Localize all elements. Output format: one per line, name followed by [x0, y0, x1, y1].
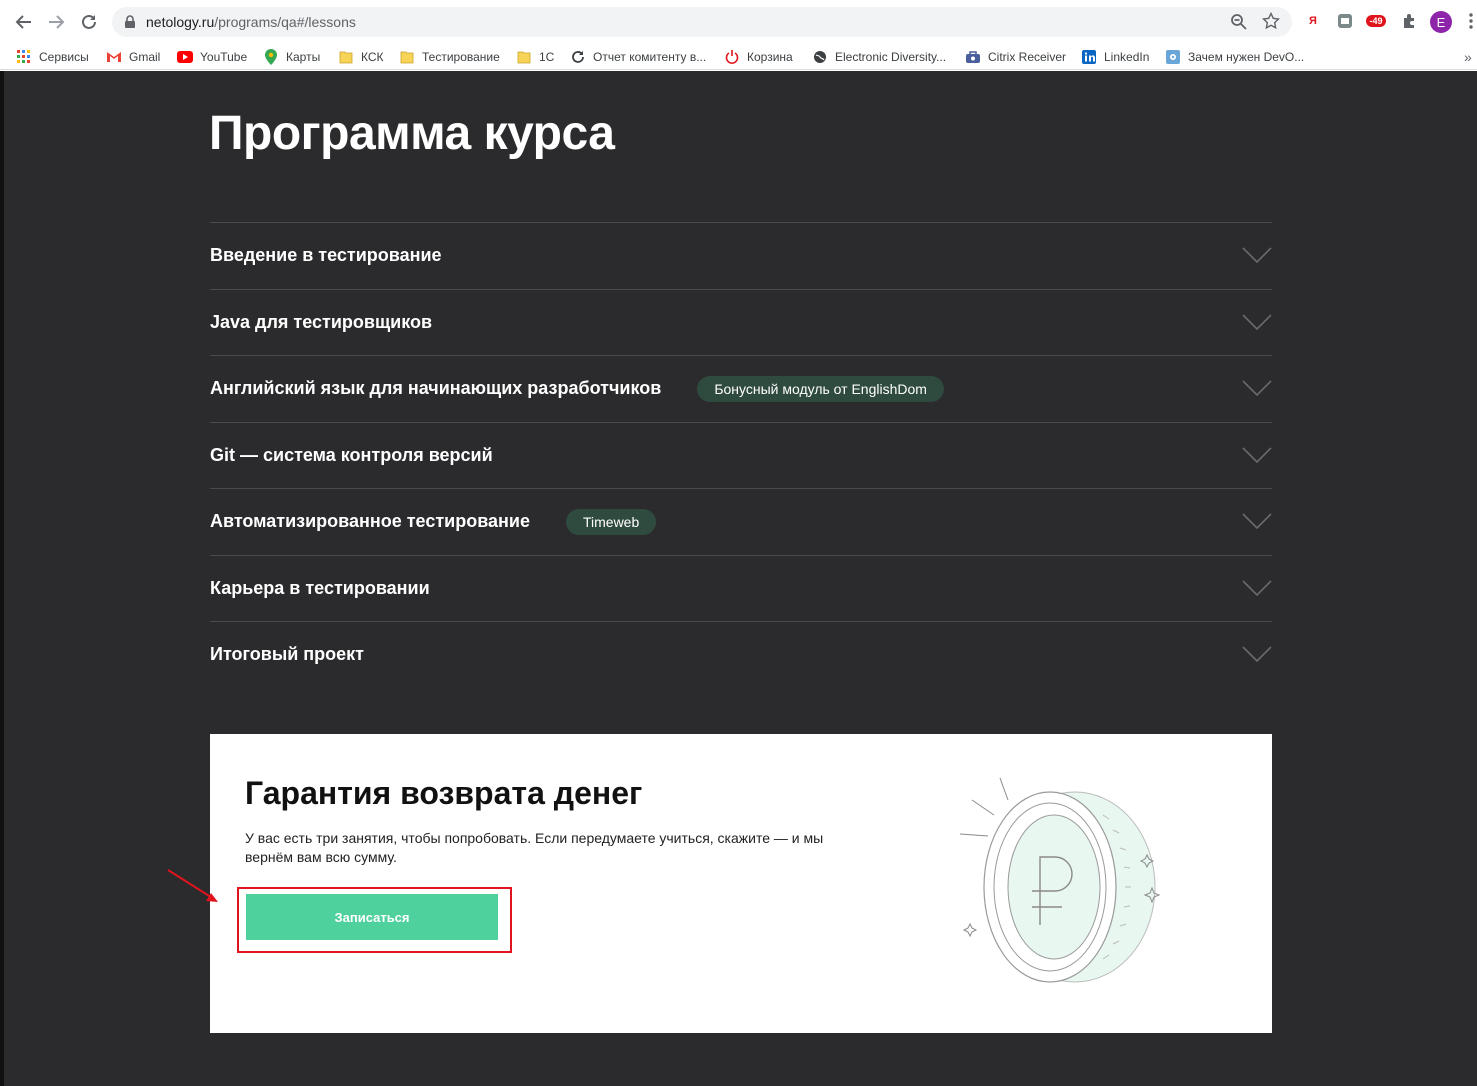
lesson-badge: Timeweb	[565, 508, 657, 535]
chevron-down-icon[interactable]	[1242, 646, 1272, 663]
power-icon	[724, 49, 740, 65]
lesson-item[interactable]: Java для тестировщиков	[210, 288, 1272, 356]
arrow-right-icon	[49, 15, 65, 29]
lesson-title: Git — система контроля версий	[210, 444, 493, 465]
guarantee-text: У вас есть три занятия, чтобы попробоват…	[245, 830, 824, 865]
bookmark-gmail[interactable]: Gmail	[106, 47, 160, 67]
bookmark-label: КСК	[361, 50, 384, 64]
chevron-down-icon[interactable]	[1242, 247, 1272, 264]
chevron-down-icon[interactable]	[1242, 380, 1272, 397]
refresh-icon	[570, 49, 586, 65]
bookmark-label: Citrix Receiver	[988, 50, 1067, 64]
yandex-extension-icon[interactable]: Я	[1303, 11, 1323, 31]
browser-toolbar: netology.ru/programs/qa#/lessons Я -49 E	[0, 0, 1477, 44]
bookmark-citrix[interactable]: Citrix Receiver	[965, 47, 1066, 67]
bookmarks-overflow-button[interactable]: »	[1464, 47, 1472, 67]
guarantee-title: Гарантия возврата денег	[245, 775, 643, 811]
bookmark-label: Сервисы	[39, 50, 89, 64]
bookmark-label: 1С	[539, 50, 555, 64]
gmail-icon	[106, 49, 122, 65]
url-text: netology.ru/programs/qa#/lessons	[146, 14, 356, 30]
lesson-title: Итоговый проект	[210, 644, 364, 665]
bookmarks-bar: Сервисы Gmail YouTube Карты КСК Тестиров…	[0, 44, 1477, 70]
puzzle-grid-icon	[1338, 14, 1352, 28]
puzzle-icon	[1404, 14, 1414, 28]
arrow-left-icon	[15, 15, 31, 29]
bookmark-cart[interactable]: Корзина	[724, 47, 793, 67]
bookmark-report[interactable]: Отчет комитенту в...	[570, 47, 706, 67]
gear-icon	[1165, 49, 1181, 65]
zoom-icon[interactable]	[1230, 13, 1248, 31]
window-edge	[0, 71, 4, 1086]
reload-button[interactable]	[77, 10, 101, 34]
bookmark-folder-1c[interactable]: 1С	[516, 47, 554, 67]
lock-icon	[125, 15, 135, 28]
bookmark-label: Зачем нужен DevO...	[1188, 50, 1305, 64]
bookmark-label: LinkedIn	[1104, 50, 1150, 64]
chevron-down-icon[interactable]	[1242, 579, 1272, 597]
chevron-right-icon: »	[1464, 49, 1472, 65]
bookmark-label: Отчет комитенту в...	[593, 50, 707, 64]
lesson-title: Английский язык для начинающих разработч…	[210, 378, 662, 399]
extension-icon[interactable]	[1335, 11, 1355, 31]
bookmark-services[interactable]: Сервисы	[16, 47, 89, 67]
bookmark-linkedin[interactable]: LinkedIn	[1081, 47, 1149, 67]
more-vertical-icon	[1469, 13, 1473, 29]
chevron-down-icon[interactable]	[1242, 446, 1272, 464]
browser-menu-button[interactable]	[1461, 11, 1477, 31]
lesson-item[interactable]: Введение в тестирование	[210, 222, 1272, 289]
chevron-down-icon[interactable]	[1242, 513, 1272, 530]
bookmark-youtube[interactable]: YouTube	[177, 47, 247, 67]
bookmark-label: Gmail	[129, 50, 161, 64]
lesson-item[interactable]: Итоговый проект	[210, 621, 1272, 688]
bookmark-label: Карты	[286, 50, 321, 64]
lesson-title: Автоматизированное тестирование	[210, 511, 530, 532]
globe-icon	[812, 49, 828, 65]
lesson-badge: Бонусный модуль от EnglishDom	[697, 375, 944, 402]
lesson-item[interactable]: Git — система контроля версий	[210, 421, 1272, 489]
bookmark-folder-ksk[interactable]: КСК	[338, 47, 384, 67]
reload-icon	[82, 14, 96, 29]
chevron-down-icon[interactable]	[1242, 313, 1272, 331]
back-button[interactable]	[12, 10, 36, 34]
lesson-title: Карьера в тестировании	[210, 577, 430, 598]
profile-avatar[interactable]: E	[1430, 11, 1452, 33]
lesson-item[interactable]: Карьера в тестировании	[210, 554, 1272, 622]
page-title: Программа курса	[209, 107, 615, 160]
extensions-menu-button[interactable]	[1399, 11, 1419, 31]
bookmark-label: Electronic Diversity...	[835, 50, 947, 64]
extension-badge: -49	[1366, 15, 1386, 27]
ruble-coin-icon	[959, 777, 1161, 983]
annotation-highlight-box	[237, 887, 512, 953]
bookmark-folder-testing[interactable]: Тестирование	[399, 47, 500, 67]
bookmark-electronic-diversity[interactable]: Electronic Diversity...	[812, 47, 946, 67]
lesson-title: Java для тестировщиков	[210, 311, 433, 332]
bookmark-label: YouTube	[200, 50, 248, 64]
bookmark-devops[interactable]: Зачем нужен DevO...	[1165, 47, 1304, 67]
youtube-icon	[177, 49, 193, 65]
bookmark-maps[interactable]: Карты	[263, 47, 320, 67]
bookmark-star-icon[interactable]	[1262, 12, 1280, 30]
lesson-item[interactable]: Автоматизированное тестирование Timeweb	[210, 488, 1272, 555]
badge-extension-icon[interactable]: -49	[1366, 11, 1386, 31]
apps-grid-icon	[16, 49, 32, 65]
lessons-accordion: Введение в тестирование Java для тестиро…	[210, 222, 1272, 688]
address-bar[interactable]: netology.ru/programs/qa#/lessons	[112, 7, 1292, 37]
lesson-title: Введение в тестирование	[210, 245, 442, 266]
forward-button[interactable]	[44, 10, 68, 34]
url-path: /programs/qa#/lessons	[214, 14, 356, 30]
bookmark-label: Корзина	[747, 50, 793, 64]
maps-pin-icon	[263, 49, 279, 65]
linkedin-icon	[1081, 49, 1097, 65]
bookmark-label: Тестирование	[422, 50, 500, 64]
folder-icon	[516, 49, 532, 65]
url-host: netology.ru	[146, 14, 215, 30]
citrix-icon	[965, 49, 981, 65]
lesson-item[interactable]: Английский язык для начинающих разработч…	[210, 355, 1272, 422]
annotation-arrow-icon	[167, 869, 218, 902]
folder-icon	[399, 49, 415, 65]
folder-icon	[338, 49, 354, 65]
